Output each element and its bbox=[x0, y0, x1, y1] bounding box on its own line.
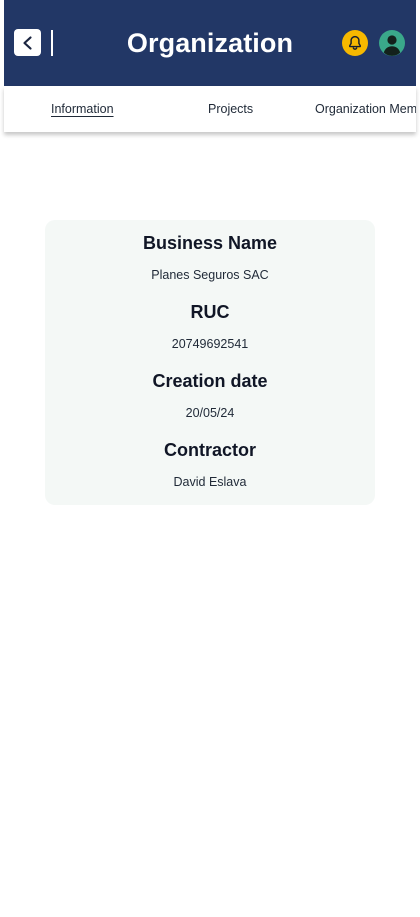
profile-button[interactable] bbox=[379, 30, 405, 56]
business-name-label: Business Name bbox=[142, 233, 278, 253]
tabs-bar: Information Projects Organization Member… bbox=[4, 86, 416, 132]
app-header: Organization bbox=[4, 0, 416, 86]
creation-date-label: Creation date bbox=[152, 371, 268, 391]
ruc-value: 20749692541 bbox=[171, 337, 249, 351]
organization-screen: Organization Information Projects Organi… bbox=[0, 0, 420, 917]
tab-organization-members[interactable]: Organization Members bbox=[315, 101, 416, 118]
tab-information[interactable]: Information bbox=[51, 101, 114, 118]
organization-info-card: Business Name Planes Seguros SAC RUC 207… bbox=[45, 220, 375, 505]
ruc-label: RUC bbox=[190, 302, 230, 322]
contractor-value: David Eslava bbox=[173, 475, 247, 489]
creation-date-value: 20/05/24 bbox=[185, 406, 235, 420]
bell-icon bbox=[349, 35, 361, 50]
tab-projects[interactable]: Projects bbox=[208, 101, 253, 118]
business-name-value: Planes Seguros SAC bbox=[151, 268, 269, 282]
user-avatar-icon bbox=[383, 35, 401, 56]
notifications-button[interactable] bbox=[342, 30, 368, 56]
contractor-label: Contractor bbox=[163, 440, 256, 460]
